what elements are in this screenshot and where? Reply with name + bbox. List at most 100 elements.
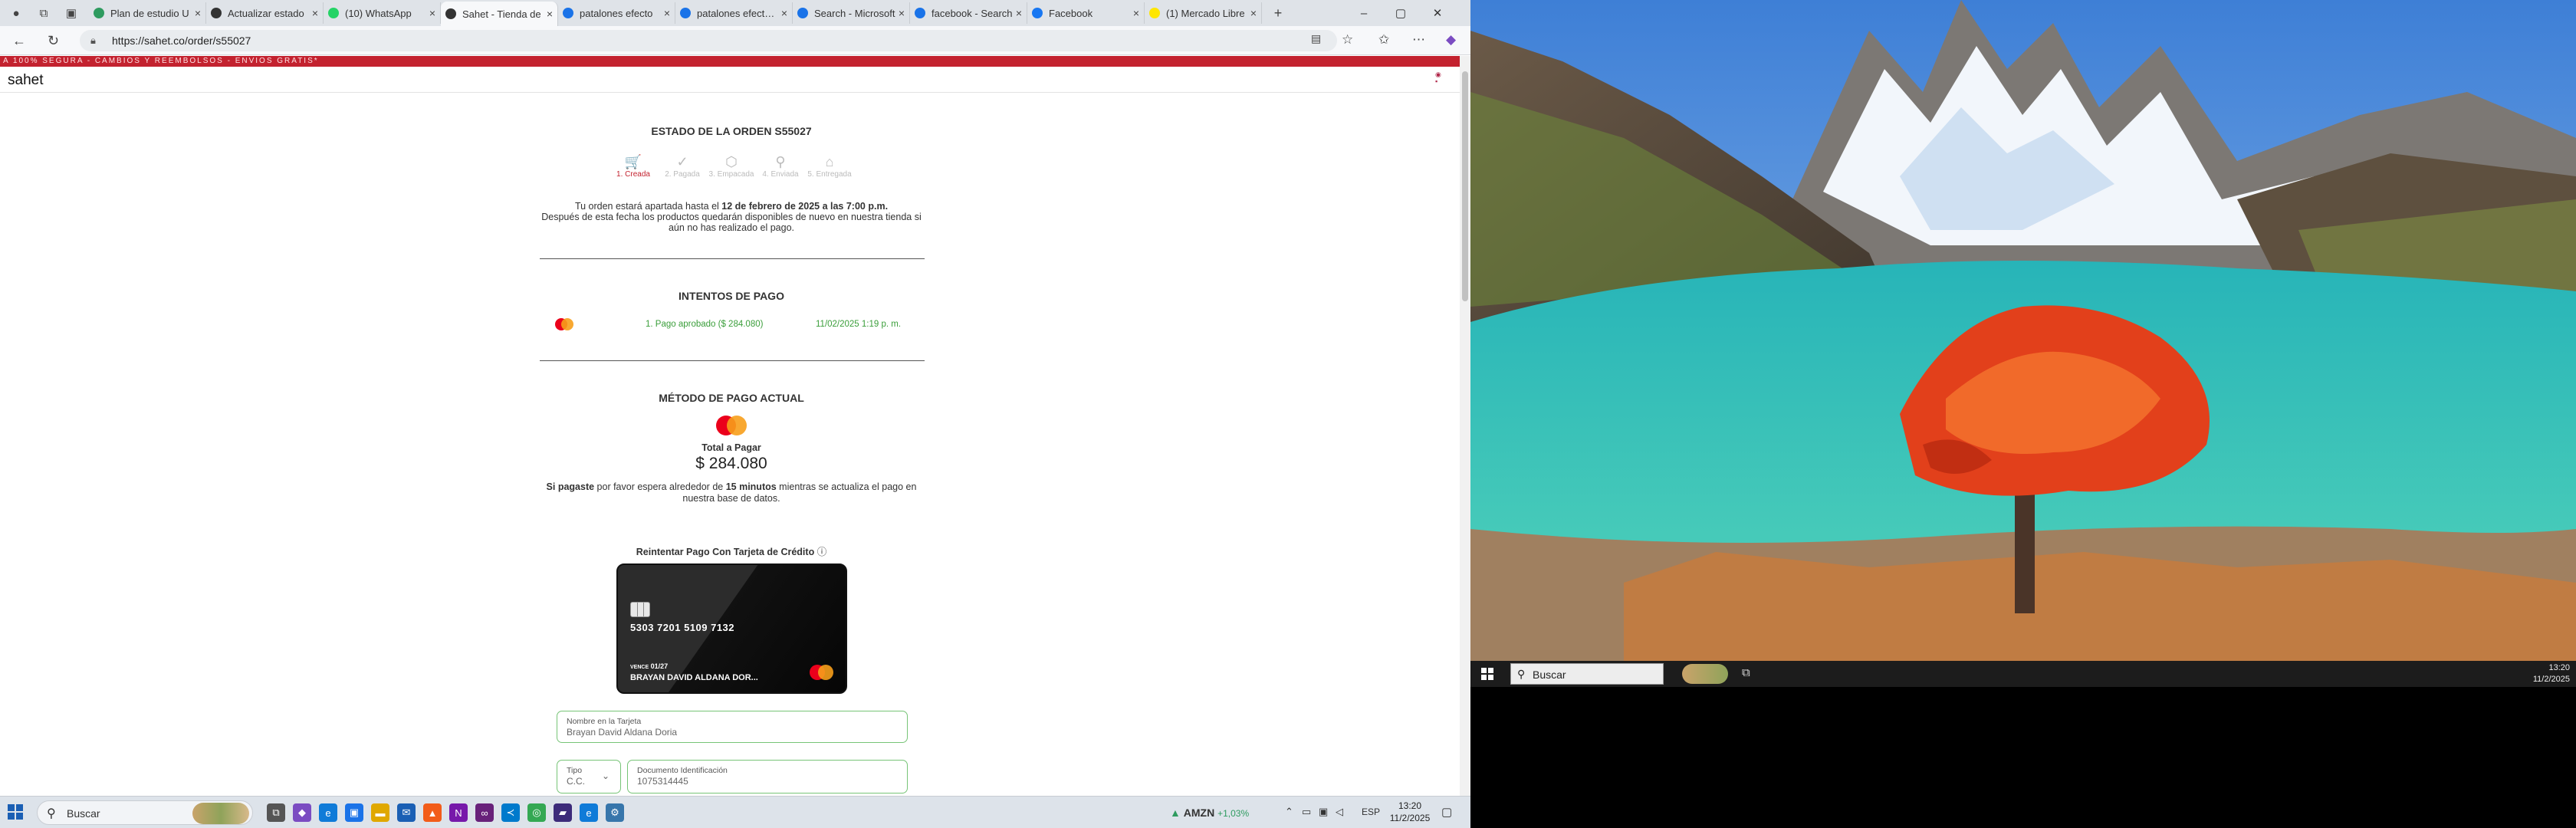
card-chip-icon	[630, 602, 650, 617]
order-steps: 🛒 1. Creada ✓ 2. Pagada ⬡ 3. Empacada ⚲ 4. Envi…	[609, 153, 854, 184]
file-explorer-icon[interactable]: ▬	[371, 803, 389, 822]
back-arrow-icon[interactable]: ←	[12, 33, 26, 49]
app-icon[interactable]: ▰	[554, 803, 572, 822]
browser-tab[interactable]: Facebook ×	[1027, 2, 1145, 24]
close-tab-icon[interactable]: ×	[1016, 7, 1022, 19]
close-tab-icon[interactable]: ×	[547, 8, 553, 20]
python-icon[interactable]: ⚙	[606, 803, 624, 822]
browser-tab[interactable]: Search - Microsoft ×	[793, 2, 910, 24]
chevron-up-icon[interactable]: ⌃	[1285, 806, 1293, 818]
copilot-icon[interactable]: ◆	[293, 803, 311, 822]
browser-tab[interactable]: Plan de estudio U ×	[89, 2, 206, 24]
site-logo[interactable]: sahet	[8, 72, 43, 89]
favorites-icon[interactable]: ✩	[1378, 32, 1389, 48]
taskbar-clock[interactable]: 13:20 11/2/2025	[1386, 800, 1434, 824]
card-name-field[interactable]: Nombre en la Tarjeta Brayan David Aldana…	[557, 711, 908, 743]
task-view-icon[interactable]: ⧉	[267, 803, 285, 822]
order-step-label: 2. Pagada	[665, 170, 700, 179]
search-icon: ⚲	[47, 807, 56, 820]
close-tab-icon[interactable]: ×	[781, 7, 787, 19]
document-id-field[interactable]: Documento Identificación 1075314445	[627, 760, 908, 794]
browser-tab[interactable]: (1) Mercado Libre ×	[1145, 2, 1262, 24]
tab-title: Sahet - Tienda de	[462, 8, 541, 20]
order-step-label: 5. Entregada	[807, 170, 852, 179]
browser-tab[interactable]: Actualizar estado ×	[206, 2, 324, 24]
close-tab-icon[interactable]: ×	[664, 7, 670, 19]
chevron-down-icon: ⌄	[602, 770, 610, 781]
tab-favicon-icon	[680, 8, 691, 18]
brave-browser-icon[interactable]: ▲	[423, 803, 442, 822]
notifications-icon[interactable]: ▢	[1441, 805, 1452, 819]
section-divider	[540, 360, 925, 361]
new-tab-button[interactable]: +	[1267, 3, 1290, 23]
wallpaper-landscape-image	[1470, 0, 2576, 661]
id-type-label: Tipo	[567, 766, 583, 775]
tab-title: Plan de estudio U	[110, 7, 189, 19]
refresh-icon[interactable]: ↻	[48, 33, 59, 49]
chrome-icon[interactable]: ◎	[527, 803, 546, 822]
browser-tab[interactable]: patalones efecto ×	[558, 2, 675, 24]
mail-icon[interactable]: ✉	[397, 803, 416, 822]
close-tab-icon[interactable]: ×	[312, 7, 318, 19]
payment-attempts-title: INTENTOS DE PAGO	[678, 290, 784, 302]
browser-tab[interactable]: patalones efecto p ×	[675, 2, 793, 24]
tab-title: Actualizar estado	[228, 7, 304, 19]
visual-studio-icon[interactable]: ∞	[475, 803, 494, 822]
close-tab-icon[interactable]: ×	[429, 7, 435, 19]
volume-icon[interactable]: ◁	[1336, 806, 1343, 818]
minimize-icon[interactable]: –	[1346, 0, 1382, 26]
order-step: ⚲ 4. Enviada	[756, 153, 805, 179]
lock-icon[interactable]: 🔒︎	[90, 34, 96, 47]
check-circle-icon: ✓	[676, 154, 688, 169]
secondary-desktop: ⚲ Buscar ⧉ 13:20 11/2/2025	[1470, 0, 2576, 828]
vscode-icon[interactable]: ≺	[501, 803, 520, 822]
battery-icon[interactable]: ▭	[1302, 806, 1311, 818]
restore-icon[interactable]: ▢	[1383, 0, 1418, 26]
scrollbar-thumb[interactable]	[1462, 71, 1468, 301]
edge-profile-icon[interactable]: e	[580, 803, 598, 822]
windows-start-icon[interactable]	[8, 804, 23, 820]
info-icon[interactable]: ⓘ	[817, 547, 827, 557]
reader-mode-icon[interactable]: ▤	[1311, 32, 1321, 45]
taskbar-search[interactable]: ⚲ Buscar	[37, 800, 253, 825]
order-status-title: ESTADO DE LA ORDEN S55027	[651, 125, 812, 137]
secondary-search[interactable]: ⚲ Buscar	[1510, 663, 1664, 685]
section-divider	[540, 258, 925, 259]
secondary-start-icon[interactable]	[1481, 668, 1493, 680]
page-scrollbar[interactable]	[1460, 56, 1470, 796]
close-window-icon[interactable]: ✕	[1420, 0, 1455, 26]
network-icon[interactable]: ▣	[1319, 806, 1328, 818]
browser-tab[interactable]: (10) WhatsApp ×	[324, 2, 441, 24]
more-menu-icon[interactable]: ⋯	[1412, 32, 1425, 48]
stock-widget[interactable]: ▲ AMZN +1,03%	[1170, 807, 1300, 819]
tab-title: Facebook	[1049, 7, 1093, 19]
close-tab-icon[interactable]: ×	[1133, 7, 1139, 19]
address-bar[interactable]: 🔒︎ https://sahet.co/order/s55027	[80, 30, 1337, 51]
search-highlight-image	[192, 803, 249, 824]
close-tab-icon[interactable]: ×	[899, 7, 905, 19]
favorite-star-icon[interactable]: ☆	[1342, 32, 1353, 48]
edge-browser-icon[interactable]: e	[319, 803, 337, 822]
mastercard-logo-icon	[716, 416, 747, 435]
onenote-icon[interactable]: N	[449, 803, 468, 822]
promo-banner: A 100% SEGURA - CAMBIOS Y REEMBOLSOS - E…	[0, 56, 1460, 67]
store-icon[interactable]: ▣	[345, 803, 363, 822]
retry-payment-title: Reintentar Pago Con Tarjeta de Crédito ⓘ	[636, 547, 827, 557]
copilot-icon[interactable]: ◆	[1446, 32, 1456, 48]
workspaces-icon[interactable]: ⧉	[32, 3, 55, 23]
browser-tab[interactable]: Sahet - Tienda de ×	[441, 2, 558, 26]
close-tab-icon[interactable]: ×	[1250, 7, 1257, 19]
language-indicator[interactable]: ESP	[1362, 807, 1380, 817]
tab-favicon-icon	[915, 8, 925, 18]
id-type-select[interactable]: Tipo C.C. ⌄	[557, 760, 621, 794]
url-text: https://sahet.co/order/s55027	[112, 34, 251, 47]
tab-title: patalones efecto	[580, 7, 653, 19]
total-amount: $ 284.080	[695, 455, 767, 472]
task-view-icon[interactable]: ⧉	[1742, 666, 1750, 679]
cart-header-icon[interactable]: ▪	[1435, 77, 1438, 85]
browser-tab[interactable]: facebook - Search ×	[910, 2, 1027, 24]
tab-actions-icon[interactable]: ▣	[60, 3, 83, 23]
secondary-clock[interactable]: 13:20 11/2/2025	[2527, 662, 2574, 685]
close-tab-icon[interactable]: ×	[195, 7, 201, 19]
profile-icon[interactable]: ●	[5, 3, 28, 23]
